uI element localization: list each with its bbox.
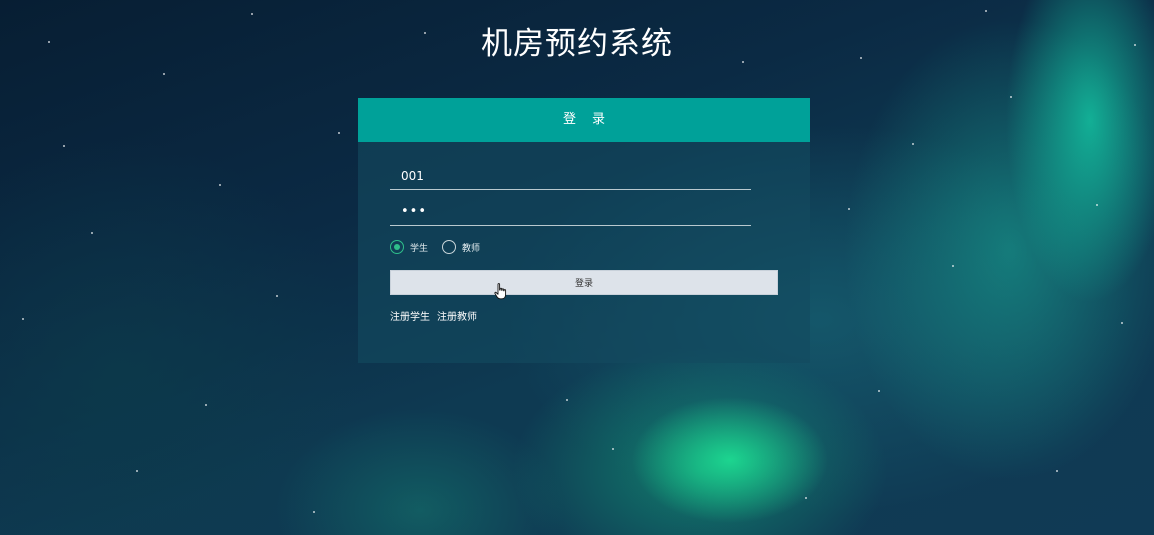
role-label-student: 学生 <box>410 243 429 254</box>
register-teacher-link[interactable]: 注册教师 <box>437 308 477 323</box>
role-radio-group: 学生 教师 <box>390 240 494 254</box>
login-header: 登录 <box>358 98 810 142</box>
login-button[interactable]: 登录 <box>390 270 778 295</box>
login-panel: 登录 学生 教师 登录 注册学生 注册教师 <box>358 98 810 363</box>
radio-unchecked-icon[interactable] <box>442 240 457 254</box>
radio-checked-icon[interactable] <box>390 240 404 254</box>
page-title: 机房预约系统 <box>481 26 673 62</box>
hand-pointer-icon <box>494 283 507 300</box>
role-option-student[interactable]: 学生 <box>390 240 428 254</box>
username-input[interactable] <box>390 162 751 190</box>
password-input[interactable] <box>390 198 751 226</box>
role-option-teacher[interactable]: 教师 <box>442 240 480 254</box>
register-student-link[interactable]: 注册学生 <box>390 308 430 323</box>
register-links: 注册学生 注册教师 <box>390 308 484 323</box>
role-label-teacher: 教师 <box>462 243 481 254</box>
